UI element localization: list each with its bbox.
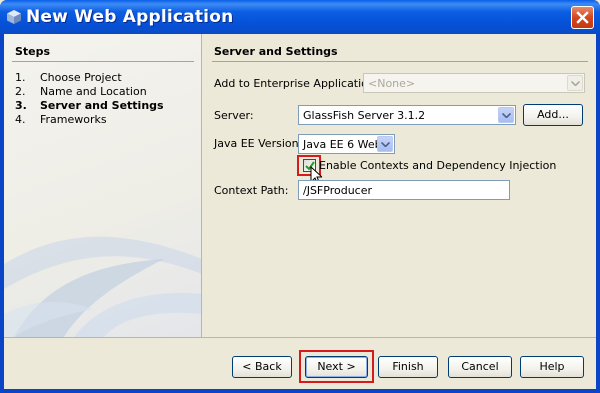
- next-button[interactable]: Next >: [305, 356, 368, 378]
- netbeans-cube-icon: [6, 9, 22, 25]
- enterprise-label: Add to Enterprise Application:: [214, 77, 379, 90]
- steps-title: Steps: [15, 45, 51, 58]
- title-bar[interactable]: New Web Application: [0, 0, 600, 34]
- server-select[interactable]: GlassFish Server 3.1.2: [298, 105, 516, 125]
- step-name-location: 2. Name and Location: [15, 85, 147, 98]
- add-server-button[interactable]: Add...: [523, 104, 583, 126]
- panel-title: Server and Settings: [214, 45, 338, 58]
- button-bar-divider: [4, 337, 596, 338]
- close-button[interactable]: [571, 6, 594, 29]
- chevron-down-icon: [567, 75, 583, 91]
- step-server-settings: 3. Server and Settings: [15, 99, 164, 112]
- step-choose-project: 1. Choose Project: [15, 71, 122, 84]
- finish-button[interactable]: Finish: [378, 356, 438, 378]
- context-path-label: Context Path:: [214, 184, 289, 197]
- context-path-input[interactable]: /JSFProducer: [298, 180, 510, 200]
- panel-divider: [212, 61, 588, 62]
- javaee-version-select[interactable]: Java EE 6 Web: [298, 134, 395, 154]
- dialog-content: Steps 1. Choose Project 2. Name and Locati…: [4, 34, 596, 389]
- steps-panel: Steps 1. Choose Project 2. Name and Locati…: [4, 34, 202, 337]
- dialog-window: New Web Application Steps 1. Choose Proje…: [0, 0, 600, 393]
- step-frameworks: 4. Frameworks: [15, 113, 107, 126]
- javaee-version-label: Java EE Version:: [214, 137, 303, 150]
- back-button[interactable]: < Back: [232, 356, 292, 378]
- enterprise-select: <None>: [363, 73, 585, 93]
- steps-divider: [12, 61, 194, 62]
- server-label: Server:: [214, 109, 254, 122]
- decorative-swoosh-graphic: [4, 236, 201, 337]
- cancel-button[interactable]: Cancel: [448, 356, 512, 378]
- window-title: New Web Application: [26, 7, 234, 27]
- cdi-checkbox-label[interactable]: Enable Contexts and Dependency Injection: [319, 159, 556, 172]
- chevron-down-icon[interactable]: [377, 136, 393, 152]
- close-icon: [576, 11, 589, 24]
- chevron-down-icon[interactable]: [498, 107, 514, 123]
- help-button[interactable]: Help: [520, 356, 584, 378]
